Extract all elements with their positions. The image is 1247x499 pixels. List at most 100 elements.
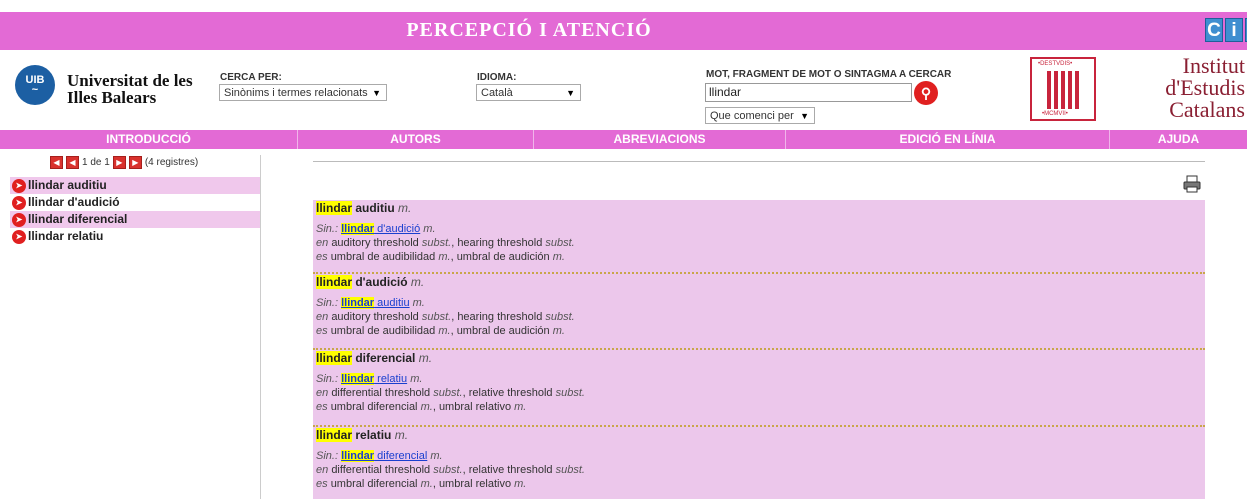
en-gram: subst. [421, 311, 452, 323]
en-term: hearing threshold [457, 237, 543, 249]
uib-name-line2: Illes Balears [67, 88, 157, 107]
cerca-select[interactable]: Sinònims i termes relacionats ▼ [219, 84, 387, 101]
iec-name-line3: Catalans [1169, 97, 1245, 122]
es-gram: m. [420, 478, 433, 490]
page-title: PERCEPCIÓ I ATENCIÓ [406, 19, 652, 41]
entry-en: en differential threshold subst., relati… [316, 464, 585, 476]
entry-gram: m. [418, 351, 433, 365]
arrow-circle-icon: ➤ [12, 195, 26, 210]
es-term: umbral de audición [456, 251, 550, 263]
idioma-label: IDIOMA: [477, 72, 517, 83]
idioma-select-value: Català [481, 87, 513, 99]
list-item-label: llindar auditiu [28, 178, 107, 192]
entry: llindar auditiu m. Sin.: llindar d'audic… [313, 200, 1205, 274]
synonym-link[interactable]: llindar d'audició [341, 223, 420, 235]
es-term: umbral diferencial [330, 478, 418, 490]
list-item[interactable]: ➤ llindar relatiu [10, 228, 260, 245]
synonym-term: diferencial [374, 450, 428, 462]
entry-es: es umbral diferencial m., umbral relativ… [316, 401, 527, 413]
prev-page-icon[interactable]: ◀ [66, 156, 79, 169]
synonym-link[interactable]: llindar diferencial [341, 450, 427, 462]
next-page-icon[interactable]: ▶ [112, 156, 126, 169]
mode-select-value: Que comenci per [710, 110, 794, 122]
uib-logo[interactable]: UIB ~ [15, 65, 55, 105]
first-page-icon[interactable]: ◀ [50, 156, 63, 169]
top-banner: PERCEPCIÓ I ATENCIÓ C i T [0, 12, 1247, 50]
print-icon[interactable] [1183, 175, 1201, 193]
iec-seal-top: •DESTVDIS• [1038, 61, 1073, 67]
lang-en: en [316, 464, 329, 476]
es-term: umbral relativo [438, 478, 512, 490]
synonym-link[interactable]: llindar relatiu [341, 373, 407, 385]
nav-abreviacions[interactable]: ABREVIACIONS [534, 130, 786, 149]
list-item[interactable]: ➤ llindar d'audició [10, 194, 260, 211]
es-gram: m. [438, 325, 451, 337]
entry-term: diferencial [352, 351, 416, 365]
es-term: umbral de audición [456, 325, 550, 337]
list-item-label: llindar d'audició [28, 195, 120, 209]
search-input[interactable]: llindar [705, 83, 912, 102]
lang-es: es [316, 251, 328, 263]
entry-term: d'audició [352, 275, 408, 289]
en-term: relative threshold [468, 464, 553, 476]
nav-edicio-en-linia[interactable]: EDICIÓ EN LÍNIA [786, 130, 1110, 149]
entry-en: en auditory threshold subst., hearing th… [316, 311, 575, 323]
synonym-gram: m. [412, 297, 425, 309]
entry-gram: m. [410, 275, 425, 289]
es-term: umbral de audibilidad [330, 251, 436, 263]
entry-en: en differential threshold subst., relati… [316, 387, 585, 399]
sin-label: Sin.: [316, 373, 339, 385]
entry-term: auditiu [352, 201, 395, 215]
entry-head: llindar d'audició m. [316, 274, 1202, 289]
cit-logo[interactable]: C i T [1205, 18, 1247, 42]
content-divider [313, 161, 1205, 162]
arrow-circle-icon: ➤ [12, 212, 26, 227]
main-nav: INTRODUCCIÓ AUTORS ABREVIACIONS EDICIÓ E… [0, 130, 1247, 149]
es-gram: m. [438, 251, 451, 263]
lang-es: es [316, 478, 328, 490]
entry-head: llindar diferencial m. [316, 350, 1202, 365]
synonym-link[interactable]: llindar auditiu [341, 297, 410, 309]
nav-introduccio[interactable]: INTRODUCCIÓ [0, 130, 298, 149]
es-gram: m. [552, 251, 565, 263]
list-item[interactable]: ➤ llindar diferencial [10, 211, 260, 228]
entry-highlight: llindar [316, 428, 353, 442]
synonym-term: d'audició [374, 223, 421, 235]
search-button[interactable]: ⚲ [914, 81, 938, 105]
page-indicator: 1 de 1 [82, 157, 110, 168]
es-term: umbral de audibilidad [330, 325, 436, 337]
synonym-highlight: llindar [341, 450, 375, 462]
mode-select[interactable]: Que comenci per ▼ [705, 107, 815, 124]
en-term: differential threshold [331, 387, 431, 399]
iec-name-line1: Institut [1182, 53, 1245, 78]
pager: ◀ ◀ 1 de 1 ▶ ▶ (4 registres) [50, 156, 198, 169]
en-term: hearing threshold [457, 311, 543, 323]
entry-es: es umbral de audibilidad m., umbral de a… [316, 251, 565, 263]
entry-es: es umbral de audibilidad m., umbral de a… [316, 325, 565, 337]
list-item[interactable]: ➤ llindar auditiu [10, 177, 260, 194]
idioma-select[interactable]: Català ▼ [476, 84, 581, 101]
mot-label: MOT, FRAGMENT DE MOT O SINTAGMA A CERCAR [706, 69, 952, 80]
uib-name-line1: Universitat de les [67, 71, 193, 90]
entry-es: es umbral diferencial m., umbral relativ… [316, 478, 527, 490]
cerca-label: CERCA PER: [220, 72, 282, 83]
synonym-gram: m. [423, 223, 436, 235]
iec-name-line2: d'Estudis [1165, 75, 1245, 100]
synonym-highlight: llindar [341, 297, 375, 309]
entry: llindar diferencial m. Sin.: llindar rel… [313, 350, 1205, 427]
last-page-icon[interactable]: ▶ [128, 156, 142, 169]
entry-synonym: Sin.: llindar relatiu m. [316, 372, 1202, 386]
cit-letter: C [1205, 18, 1223, 42]
dropdown-arrow-icon: ▼ [566, 88, 575, 98]
entry-synonym: Sin.: llindar auditiu m. [316, 296, 1202, 310]
nav-autors[interactable]: AUTORS [298, 130, 534, 149]
iec-seal[interactable]: •DESTVDIS• •MCMVII• [1030, 57, 1096, 121]
en-term: auditory threshold [331, 237, 419, 249]
result-list: ➤ llindar auditiu ➤ llindar d'audició ➤ … [10, 177, 260, 245]
synonym-gram: m. [430, 450, 443, 462]
magnifier-icon: ⚲ [920, 85, 932, 101]
synonym-gram: m. [410, 373, 423, 385]
iec-name[interactable]: Institut d'Estudis Catalans [1108, 55, 1245, 121]
entry-highlight: llindar [316, 275, 353, 289]
nav-ajuda[interactable]: AJUDA [1110, 130, 1247, 149]
